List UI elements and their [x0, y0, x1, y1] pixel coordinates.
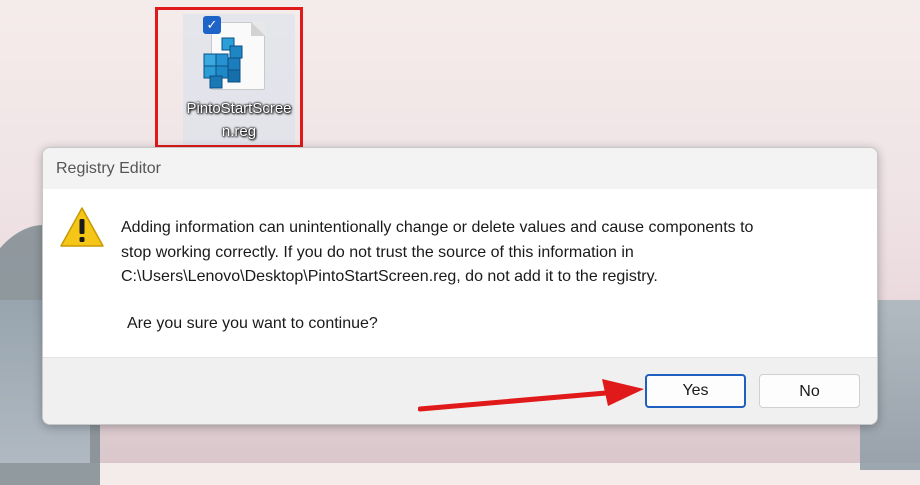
message-line: stop working correctly. If you do not tr… [121, 243, 634, 261]
message-line: C:\Users\Lenovo\Desktop\PintoStartScreen… [121, 268, 658, 285]
message-line: Adding information can unintentionally c… [121, 219, 754, 236]
no-button[interactable]: No [759, 374, 860, 408]
yes-button[interactable]: Yes [645, 374, 746, 408]
dialog-title: Registry Editor [43, 148, 877, 189]
dialog-message: Adding information can unintentionally c… [121, 216, 861, 290]
highlight-box [155, 7, 303, 148]
warning-icon [60, 207, 104, 247]
dialog-question: Are you sure you want to continue? [127, 315, 378, 332]
pointer-arrow-icon [418, 379, 644, 412]
